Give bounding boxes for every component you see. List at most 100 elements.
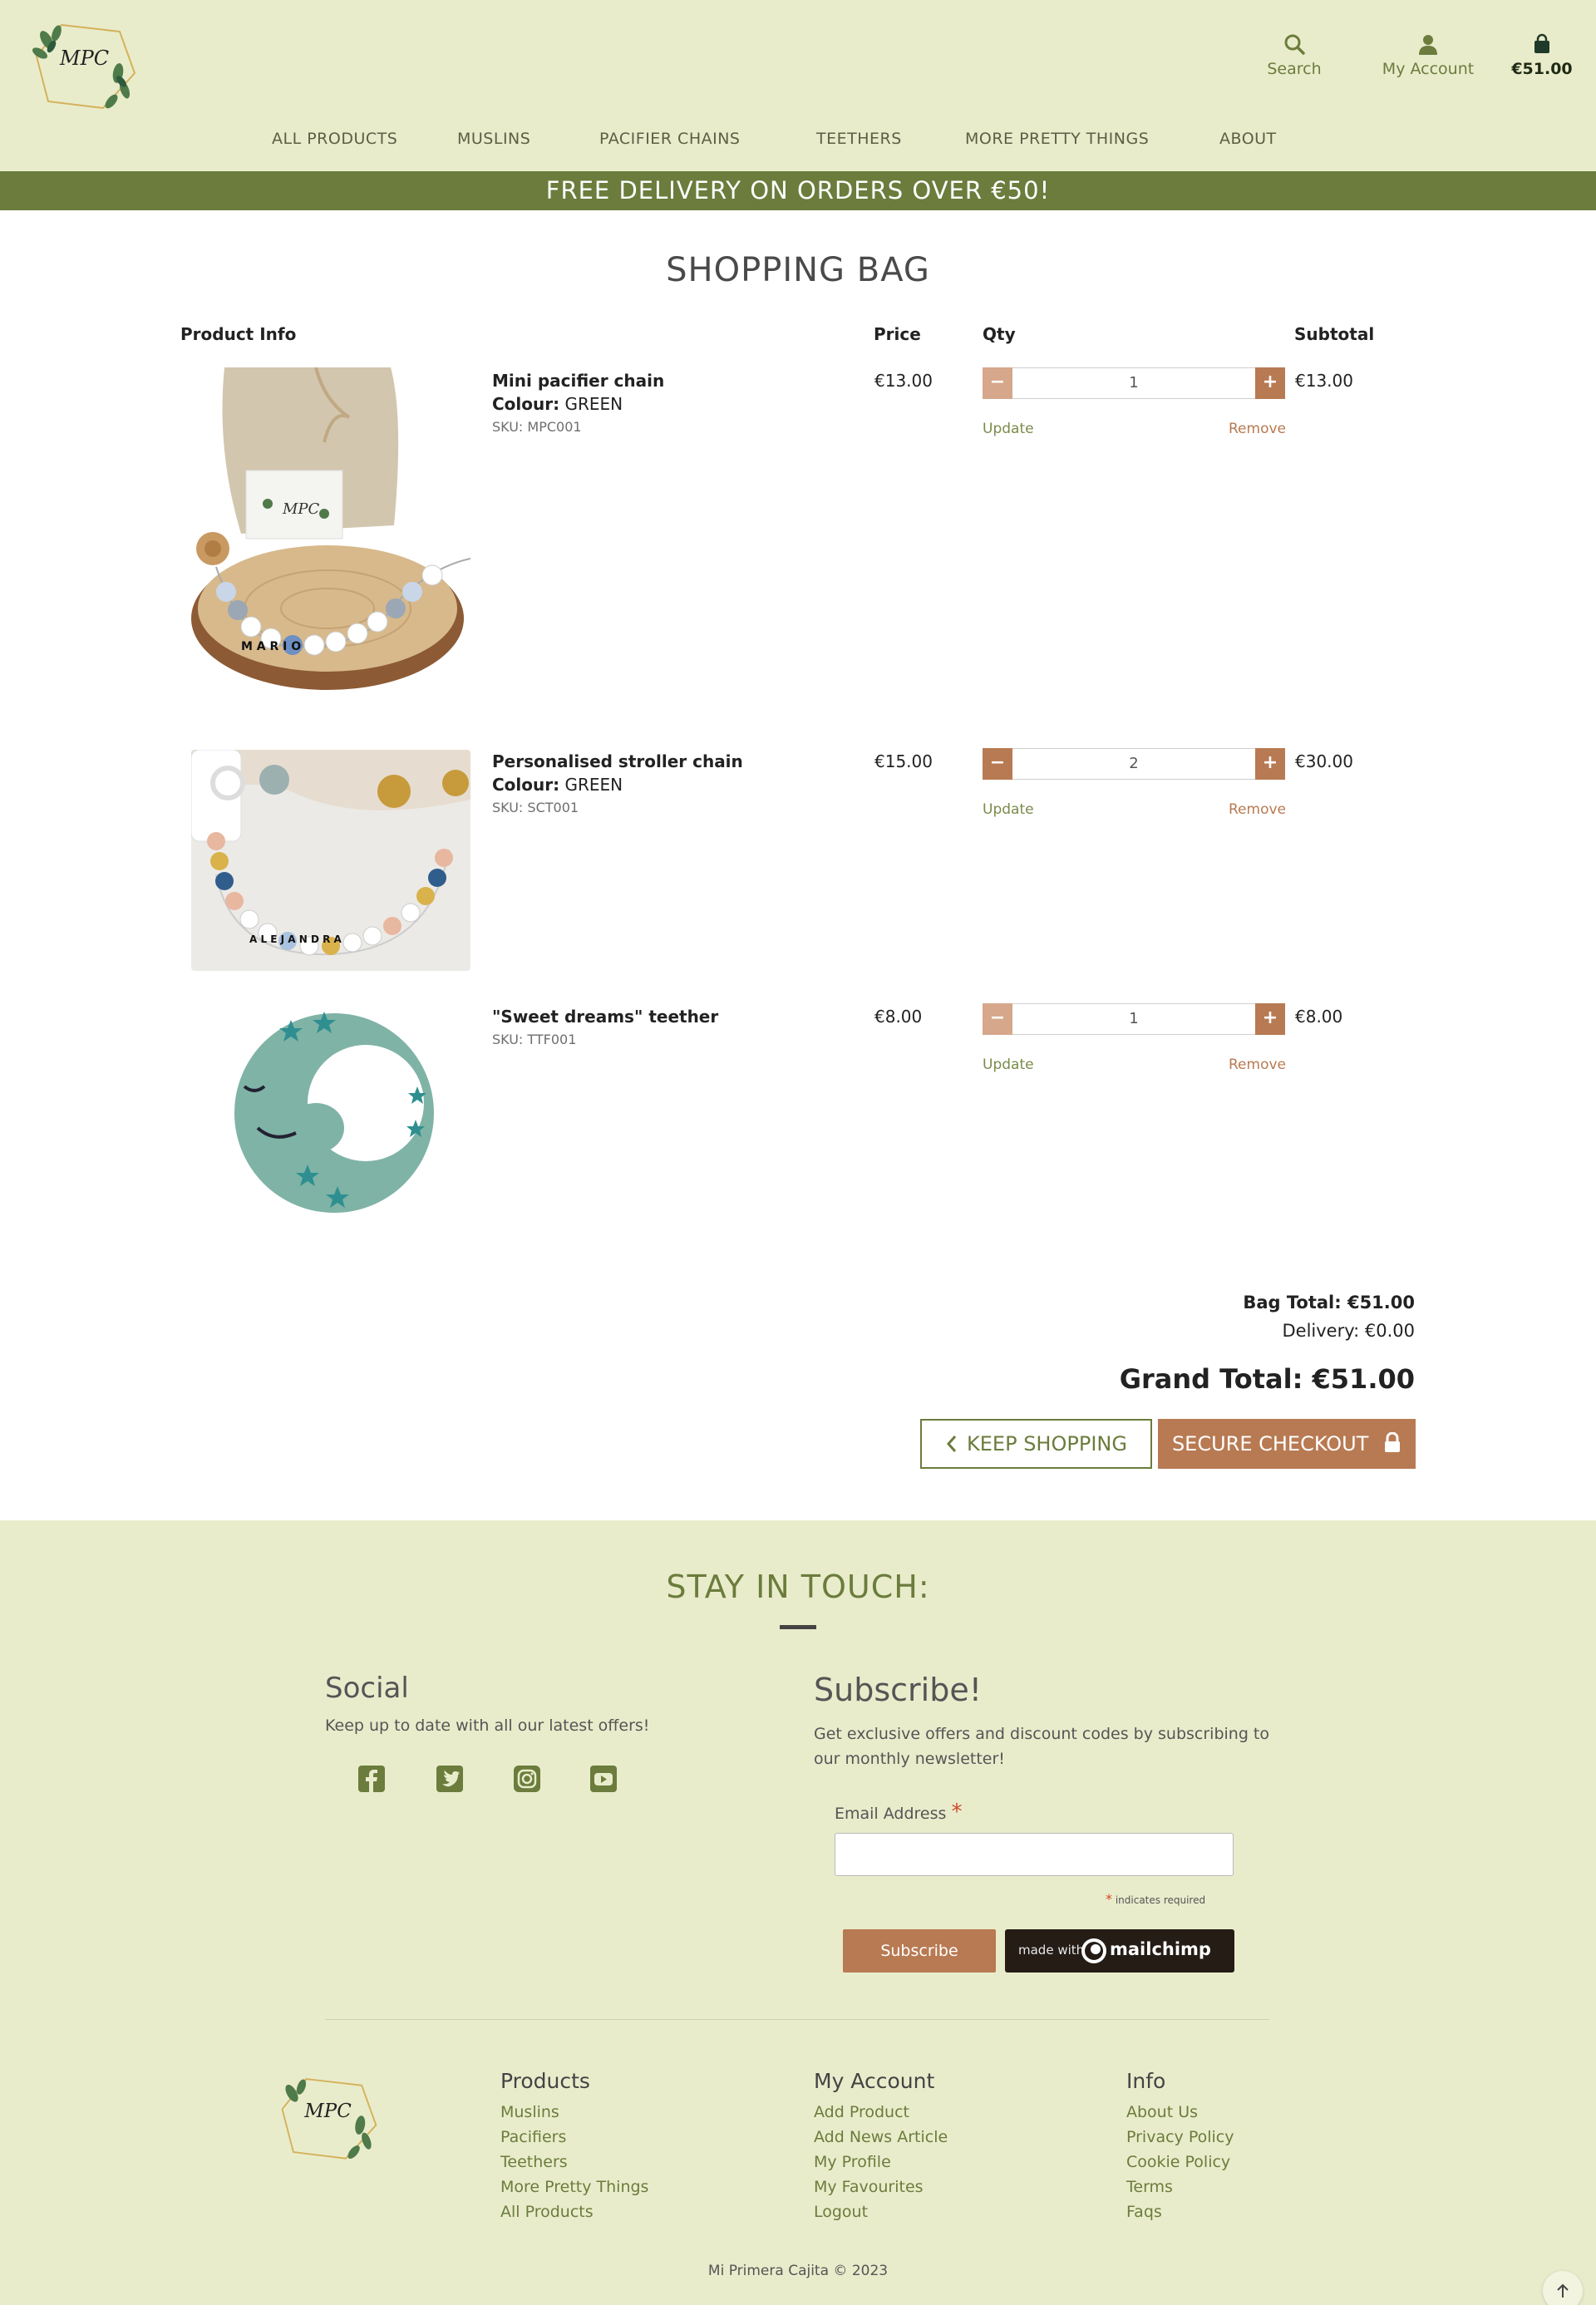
footer-link-my-favourites[interactable]: My Favourites — [814, 2174, 948, 2199]
increase-qty-button[interactable]: + — [1255, 748, 1285, 780]
svg-text:MPC: MPC — [282, 500, 320, 518]
youtube-icon[interactable] — [589, 1765, 618, 1793]
update-link[interactable]: Update — [983, 421, 1034, 437]
arrow-up-icon — [1557, 2283, 1569, 2298]
footer-link-cookie-policy[interactable]: Cookie Policy — [1126, 2150, 1234, 2174]
footer-link-muslins[interactable]: Muslins — [500, 2100, 648, 2125]
quantity-stepper: − 2 + — [983, 748, 1285, 780]
footer-link-all-products[interactable]: All Products — [500, 2199, 648, 2224]
product-subtotal: €8.00 — [1295, 1007, 1343, 1027]
social-text: Keep up to date with all our latest offe… — [325, 1716, 650, 1735]
svg-text:MPC: MPC — [303, 2101, 352, 2122]
footer-link-my-profile[interactable]: My Profile — [814, 2150, 948, 2174]
subscribe-button[interactable]: Subscribe — [843, 1929, 996, 1973]
email-field[interactable] — [835, 1833, 1234, 1876]
footer-link-pacifiers[interactable]: Pacifiers — [500, 2125, 648, 2150]
remove-link[interactable]: Remove — [1229, 1056, 1286, 1073]
product-subtotal: €13.00 — [1295, 371, 1353, 391]
colour-value: GREEN — [564, 775, 623, 795]
site-footer: STAY IN TOUCH: Social Keep up to date wi… — [0, 1520, 1596, 2305]
secure-checkout-label: SECURE CHECKOUT — [1171, 1432, 1369, 1455]
svg-text:A L E J A N D R A: A L E J A N D R A — [249, 933, 342, 945]
footer-link-teethers[interactable]: Teethers — [500, 2150, 648, 2174]
nav-all-products[interactable]: ALL PRODUCTS — [272, 130, 397, 148]
col-qty: Qty — [983, 324, 1016, 344]
footer-link-terms[interactable]: Terms — [1126, 2174, 1234, 2199]
social-title: Social — [325, 1672, 409, 1705]
instagram-icon[interactable] — [513, 1765, 541, 1793]
chevron-left-icon — [947, 1436, 957, 1452]
product-name[interactable]: Personalised stroller chain — [492, 751, 743, 771]
product-image[interactable]: A L E J A N D R A — [191, 750, 470, 971]
footer-logo[interactable]: MPC — [274, 2069, 382, 2165]
footer-link-add-news-article[interactable]: Add News Article — [814, 2125, 948, 2150]
product-subtotal: €30.00 — [1295, 751, 1353, 771]
quantity-stepper: − 1 + — [983, 367, 1285, 399]
footer-col-title: Info — [1126, 2069, 1166, 2093]
quantity-input[interactable]: 1 — [1013, 1004, 1254, 1034]
product-image[interactable]: MPC M A R I O — [191, 367, 470, 700]
col-product-info: Product Info — [180, 324, 297, 344]
quantity-input[interactable]: 1 — [1013, 368, 1254, 398]
lock-icon — [1385, 1431, 1401, 1452]
product-price: €13.00 — [874, 371, 933, 391]
footer-link-more-pretty-things[interactable]: More Pretty Things — [500, 2174, 648, 2199]
footer-divider — [325, 2019, 1269, 2020]
keep-shopping-button[interactable]: KEEP SHOPPING — [920, 1419, 1152, 1469]
colour-label: Colour: — [492, 775, 560, 795]
remove-link[interactable]: Remove — [1229, 421, 1286, 437]
increase-qty-button[interactable]: + — [1255, 1003, 1285, 1035]
footer-col-products: Products Muslins Pacifiers Teethers More… — [500, 2069, 648, 2224]
secure-checkout-button[interactable]: SECURE CHECKOUT — [1158, 1419, 1416, 1469]
bag-total: Bag Total: €51.00 — [1243, 1293, 1415, 1313]
decrease-qty-button[interactable]: − — [983, 1003, 1012, 1035]
col-subtotal: Subtotal — [1294, 324, 1375, 344]
shopping-bag-icon — [1534, 33, 1549, 53]
copyright: Mi Primera Cajita © 2023 — [707, 2263, 889, 2279]
stay-in-touch-title: STAY IN TOUCH: — [666, 1569, 930, 1605]
nav-pacifier-chains[interactable]: PACIFIER CHAINS — [599, 130, 740, 148]
product-name[interactable]: Mini pacifier chain — [492, 371, 664, 391]
back-to-top-button[interactable] — [1543, 2271, 1583, 2305]
svg-text:MPC: MPC — [59, 47, 109, 70]
nav-muslins[interactable]: MUSLINS — [457, 130, 530, 148]
footer-link-faqs[interactable]: Faqs — [1126, 2199, 1234, 2224]
decrease-qty-button[interactable]: − — [983, 367, 1012, 399]
colour-value: GREEN — [564, 394, 623, 414]
decrease-qty-button[interactable]: − — [983, 748, 1012, 780]
col-price: Price — [874, 324, 921, 344]
cart-link[interactable]: €51.00 — [1505, 33, 1579, 78]
nav-about[interactable]: ABOUT — [1219, 130, 1277, 148]
subscribe-title: Subscribe! — [814, 1672, 982, 1708]
update-link[interactable]: Update — [983, 801, 1034, 818]
keep-shopping-label: KEEP SHOPPING — [967, 1432, 1127, 1455]
search-label: Search — [1267, 60, 1322, 78]
footer-link-logout[interactable]: Logout — [814, 2199, 948, 2224]
twitter-icon[interactable] — [436, 1765, 464, 1793]
nav-teethers[interactable]: TEETHERS — [816, 130, 902, 148]
mailchimp-made-with: made with — [1018, 1943, 1085, 1958]
footer-col-title: Products — [500, 2069, 590, 2093]
footer-col-title: My Account — [814, 2069, 935, 2093]
product-sku: SKU: MPC001 — [492, 419, 582, 435]
footer-link-about-us[interactable]: About Us — [1126, 2100, 1234, 2125]
quantity-input[interactable]: 2 — [1013, 749, 1254, 779]
footer-link-add-product[interactable]: Add Product — [814, 2100, 948, 2125]
site-logo[interactable]: MPC — [28, 15, 141, 115]
remove-link[interactable]: Remove — [1229, 801, 1286, 818]
account-link[interactable]: My Account — [1370, 33, 1486, 78]
footer-link-privacy-policy[interactable]: Privacy Policy — [1126, 2125, 1234, 2150]
required-note-text: indicates required — [1115, 1894, 1206, 1906]
required-note: * indicates required — [1106, 1891, 1205, 1907]
mailchimp-badge[interactable]: made with mailchimp — [1005, 1929, 1234, 1973]
product-name[interactable]: "Sweet dreams" teether — [492, 1007, 718, 1027]
product-image[interactable] — [191, 1003, 470, 1219]
product-sku: SKU: TTF001 — [492, 1032, 577, 1047]
search-link[interactable]: Search — [1257, 33, 1332, 78]
search-icon — [1284, 34, 1305, 55]
update-link[interactable]: Update — [983, 1056, 1034, 1073]
increase-qty-button[interactable]: + — [1255, 367, 1285, 399]
facebook-icon[interactable] — [357, 1765, 386, 1793]
nav-more-pretty-things[interactable]: MORE PRETTY THINGS — [965, 130, 1149, 148]
account-label: My Account — [1382, 60, 1475, 78]
